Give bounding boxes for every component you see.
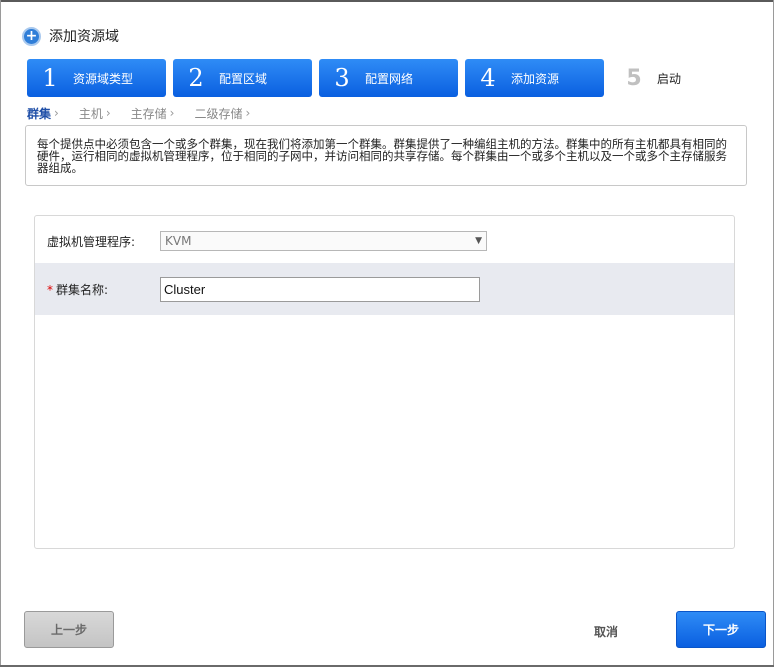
step-add-resources[interactable]: 4 添加资源 <box>465 59 604 97</box>
dialog-header: + 添加资源域 <box>22 25 119 47</box>
substep-breadcrumb: 群集 › 主机 › 主存储 › 二级存储 › <box>27 104 270 122</box>
step-label: 启动 <box>657 71 682 86</box>
chevron-right-icon: › <box>54 106 59 120</box>
cluster-name-label: * 群集名称: <box>47 281 108 298</box>
step-configure-zone[interactable]: 2 配置区域 <box>173 59 312 97</box>
window-left-edge <box>0 0 1 667</box>
step-launch: 5 启动 <box>611 59 750 97</box>
hypervisor-label: 虚拟机管理程序: <box>47 234 136 249</box>
hypervisor-row: 虚拟机管理程序: KVM ▼ <box>35 227 734 255</box>
window-top-edge <box>0 0 774 2</box>
step-number: 3 <box>334 64 350 92</box>
hypervisor-value: KVM <box>165 234 192 248</box>
chevron-right-icon: › <box>245 106 251 120</box>
required-asterisk: * <box>47 282 53 297</box>
chevron-right-icon: › <box>169 106 175 120</box>
cluster-name-label-text: 群集名称: <box>56 282 109 297</box>
plus-circle-icon: + <box>22 26 41 46</box>
step-number: 5 <box>626 65 642 91</box>
previous-button[interactable]: 上一步 <box>24 611 114 648</box>
step-configure-network[interactable]: 3 配置网络 <box>319 59 458 97</box>
step-label: 添加资源 <box>511 71 560 86</box>
substep-label: 主存储 <box>130 106 167 121</box>
dropdown-arrow-icon: ▼ <box>475 236 482 246</box>
substep-label: 群集 <box>27 106 52 121</box>
cluster-name-input[interactable] <box>160 276 480 302</box>
step-label: 配置区域 <box>219 71 268 86</box>
substep-host[interactable]: 主机 › <box>79 104 111 122</box>
step-label: 资源域类型 <box>73 71 134 86</box>
dialog-title: 添加资源域 <box>49 29 119 45</box>
substep-cluster[interactable]: 群集 › <box>27 104 59 122</box>
step-number: 4 <box>480 64 496 92</box>
substep-label: 主机 <box>78 106 103 121</box>
substep-primary-storage[interactable]: 主存储 › <box>131 104 175 122</box>
step-zone-type[interactable]: 1 资源域类型 <box>27 59 166 97</box>
cluster-form: 虚拟机管理程序: KVM ▼ * 群集名称: <box>34 215 735 549</box>
info-description: 每个提供点中必须包含一个或多个群集，现在我们将添加第一个群集。群集提供了一种编组… <box>25 125 747 186</box>
cluster-name-row: * 群集名称: <box>35 263 734 315</box>
wizard-steps: 1 资源域类型 2 配置区域 3 配置网络 4 添加资源 5 启动 <box>27 59 747 97</box>
substep-label: 二级存储 <box>194 106 243 121</box>
next-button[interactable]: 下一步 <box>676 611 766 648</box>
step-label: 配置网络 <box>365 71 414 86</box>
hypervisor-select[interactable]: KVM ▼ <box>160 231 487 251</box>
substep-secondary-storage[interactable]: 二级存储 › <box>194 104 250 122</box>
chevron-right-icon: › <box>105 106 111 120</box>
step-number: 2 <box>188 64 204 92</box>
step-number: 1 <box>42 64 58 92</box>
cancel-button[interactable]: 取消 <box>580 620 632 642</box>
